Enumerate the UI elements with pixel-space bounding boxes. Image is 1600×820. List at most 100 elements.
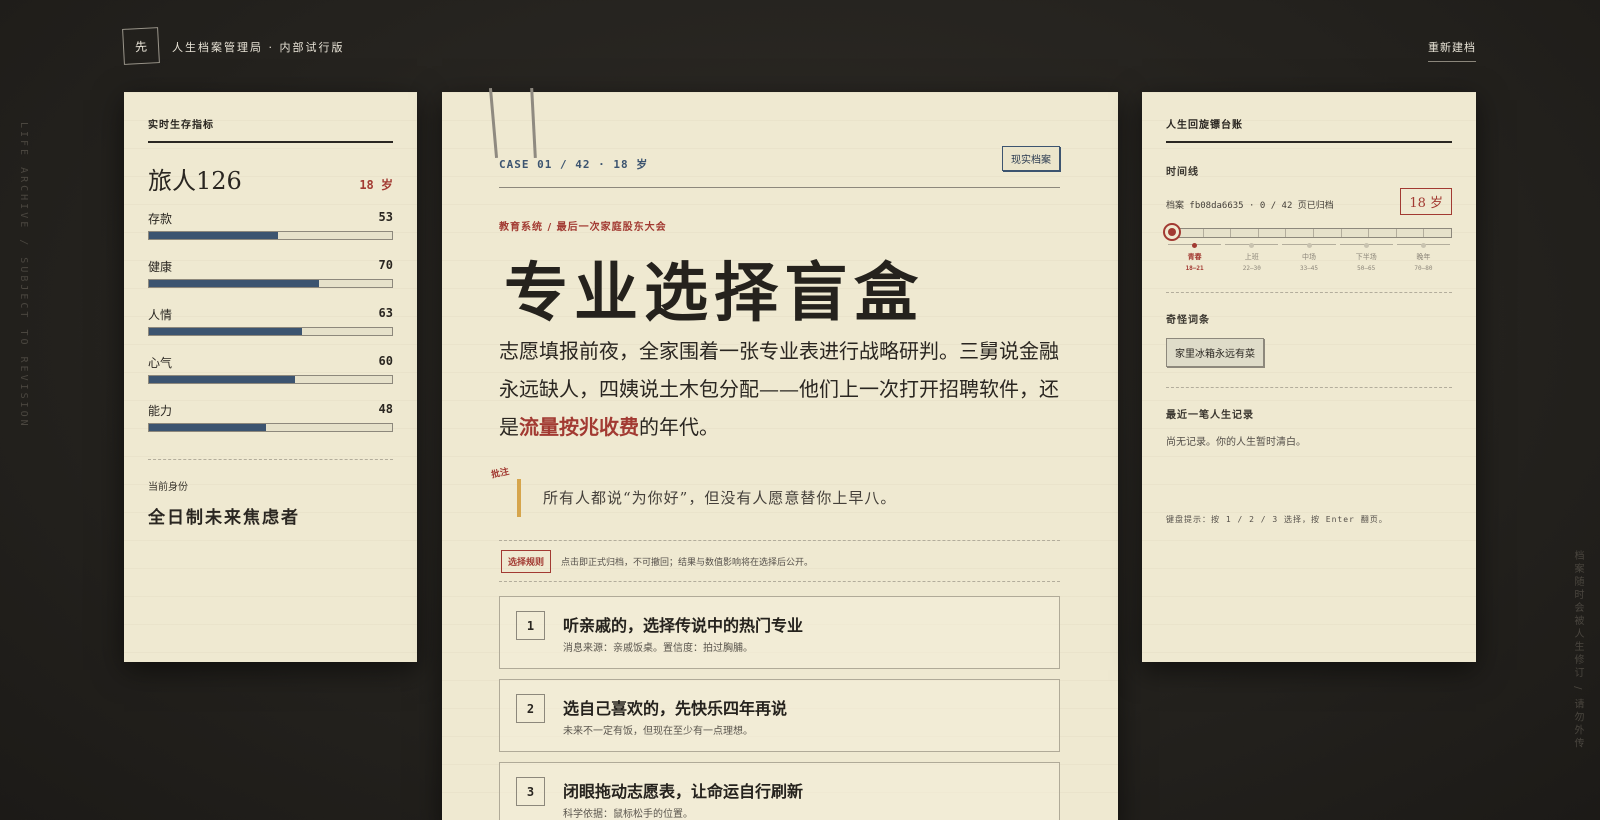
identity-value: 全日制未来焦虑者 <box>148 508 300 528</box>
stat-bar-fill <box>149 424 266 431</box>
breadcrumb: 教育系统 / 最后一次家庭股东大会 <box>499 222 667 233</box>
case-id: CASE 01 / 42 · 18 岁 <box>499 158 649 171</box>
stage-range: 33–45 <box>1299 265 1319 272</box>
timeline-track <box>1163 223 1452 241</box>
stage-range: 70–80 <box>1414 265 1433 272</box>
player-age: 18 岁 <box>359 178 393 192</box>
recent-record-label: 最近一笔人生记录 <box>1166 410 1254 421</box>
divider <box>1166 387 1452 388</box>
panel-title: 人生回旋镖台账 <box>1166 116 1452 143</box>
identity-label: 当前身份 <box>148 482 188 493</box>
stat-label: 心气 <box>148 356 173 370</box>
stat-bar <box>148 327 393 336</box>
survival-stats-panel: 实时生存指标 旅人126 18 岁 存款 53 健康 70 人情 63 心气 60 能力… <box>124 92 417 662</box>
case-story: 志愿填报前夜，全家围着一张专业表进行战略研判。三舅说金融永远缺人，四姨说土木包分… <box>499 332 1061 446</box>
stat-value: 63 <box>378 306 393 320</box>
side-caption-left: LIFE ARCHIVE / SUBJECT TO REVISION <box>18 122 29 429</box>
timeline-tick <box>1313 229 1314 237</box>
timeline-tick <box>1285 229 1287 237</box>
player-row: 旅人126 18 岁 <box>148 161 393 196</box>
rules-badge: 选择规则 <box>501 549 552 573</box>
stats-list: 存款 53 健康 70 人情 63 心气 60 能力 48 <box>148 210 393 432</box>
rules-bar: 选择规则 点击即正式归档，不可撤回；结果与数值影响将在选择后公开。 <box>499 540 1060 582</box>
recent-record-empty: 尚无记录。你的人生暂时清白。 <box>1166 437 1306 448</box>
keyboard-hint: 键盘提示：按 1 / 2 / 3 选择，按 Enter 翻页。 <box>1166 515 1388 524</box>
stat-bar <box>148 231 393 240</box>
logo-stamp: 先 <box>122 27 160 65</box>
brand-title: 人生档案管理局 · 内部试行版 <box>172 41 345 54</box>
rules-text: 点击即正式归档，不可撤回；结果与数值影响将在选择后公开。 <box>561 557 814 568</box>
stat-label: 健康 <box>148 260 173 274</box>
stage-work: 上班 22–30 <box>1225 243 1279 272</box>
timeline-tick <box>1202 229 1204 237</box>
choice-title: 选自己喜欢的，先快乐四年再说 <box>563 699 788 718</box>
stage-range: 50–65 <box>1357 265 1376 272</box>
stat-row: 健康 70 <box>148 258 393 288</box>
timeline-label: 时间线 <box>1166 167 1199 178</box>
top-bar: 先 人生档案管理局 · 内部试行版 重新建档 <box>122 27 1476 65</box>
choice-subtitle: 科学依据：鼠标松手的位置。 <box>563 809 693 820</box>
timeline-tick <box>1368 229 1370 237</box>
stat-bar-fill <box>149 376 295 383</box>
case-headline: 专业选择盲盒 <box>504 256 924 331</box>
annotation-quote: 所有人都说“为你好”，但没有人愿意替你上早八。 <box>517 479 1037 517</box>
timeline-tick <box>1423 229 1425 237</box>
choice-subtitle: 未来不一定有饭，但现在至少有一点理想。 <box>563 726 753 737</box>
archive-id: 档案 fb08da6635 · 0 / 42 页已归档 <box>1166 201 1334 211</box>
stage-name: 中场 <box>1302 253 1316 261</box>
choice-number: 2 <box>516 694 545 723</box>
side-caption-right: 档案随时会被人生修订 / 请勿外传 <box>1572 550 1583 751</box>
choice-subtitle: 消息来源：亲戚饭桌。置信度：拍过胸脯。 <box>563 643 753 654</box>
stage-second-half: 下半场 50–65 <box>1339 243 1393 272</box>
age-stamp: 18 岁 <box>1400 188 1452 215</box>
divider <box>148 459 393 460</box>
weird-word-chip: 家里冰箱永远有菜 <box>1166 338 1264 367</box>
stat-row: 能力 48 <box>148 402 393 432</box>
stat-bar <box>148 279 393 288</box>
case-header: CASE 01 / 42 · 18 岁 现实档案 <box>499 146 1060 188</box>
stat-value: 70 <box>378 258 393 272</box>
annotation-stamp: 批注 <box>490 467 511 481</box>
divider <box>1166 292 1452 293</box>
stage-name: 上班 <box>1244 253 1259 261</box>
stat-row: 心气 60 <box>148 354 393 384</box>
stage-range: 18–21 <box>1185 265 1204 272</box>
stage-youth: 青春 18–21 <box>1168 243 1222 272</box>
case-card: CASE 01 / 42 · 18 岁 现实档案 教育系统 / 最后一次家庭股东… <box>442 87 1118 820</box>
stage-late-life: 晚年 70–80 <box>1396 243 1451 272</box>
paper-clip-icon <box>530 87 537 159</box>
timeline-tick <box>1340 229 1342 237</box>
story-highlight: 流量按兆收费 <box>519 415 639 439</box>
stage-name: 青春 <box>1187 253 1202 261</box>
stat-label: 人情 <box>148 308 173 322</box>
choice-number: 3 <box>516 777 545 806</box>
choice-option-3[interactable]: 3 闭眼拖动志愿表，让命运自行刷新 科学依据：鼠标松手的位置。 <box>499 762 1060 820</box>
stat-bar-fill <box>149 280 320 287</box>
choice-title: 听亲戚的，选择传说中的热门专业 <box>563 616 804 635</box>
choice-title: 闭眼拖动志愿表，让命运自行刷新 <box>563 782 804 801</box>
weird-word-label: 奇怪词条 <box>1166 315 1210 326</box>
stage-name: 下半场 <box>1355 253 1377 261</box>
panel-title: 实时生存指标 <box>148 116 393 143</box>
paper-clip-icon <box>488 88 499 158</box>
stat-bar <box>148 423 393 432</box>
choice-option-2[interactable]: 2 选自己喜欢的，先快乐四年再说 未来不一定有饭，但现在至少有一点理想。 <box>499 679 1060 752</box>
stat-bar-fill <box>149 232 278 239</box>
stage-name: 晚年 <box>1416 253 1431 261</box>
stage-midgame: 中场 33–45 <box>1282 243 1336 272</box>
stat-bar-fill <box>149 328 303 335</box>
timeline-stages: 青春 18–21 上班 22–30 中场 33–45 下半场 50–65 晚年 70–80 <box>1166 243 1452 272</box>
story-text-end: 的年代。 <box>639 415 719 439</box>
stat-row: 人情 63 <box>148 306 393 336</box>
ledger-panel: 人生回旋镖台账 时间线 档案 fb08da6635 · 0 / 42 页已归档 … <box>1142 92 1476 662</box>
stat-value: 60 <box>378 354 393 368</box>
stat-row: 存款 53 <box>148 210 393 240</box>
archive-row: 档案 fb08da6635 · 0 / 42 页已归档 18 岁 <box>1166 188 1452 218</box>
timeline-marker <box>1163 223 1181 241</box>
choice-option-1[interactable]: 1 听亲戚的，选择传说中的热门专业 消息来源：亲戚饭桌。置信度：拍过胸脯。 <box>499 596 1060 669</box>
stat-bar <box>148 375 393 384</box>
stat-value: 48 <box>378 402 393 416</box>
rebuild-archive-button[interactable]: 重新建档 <box>1428 39 1476 62</box>
timeline-tick <box>1395 229 1397 237</box>
stat-value: 53 <box>378 210 393 224</box>
